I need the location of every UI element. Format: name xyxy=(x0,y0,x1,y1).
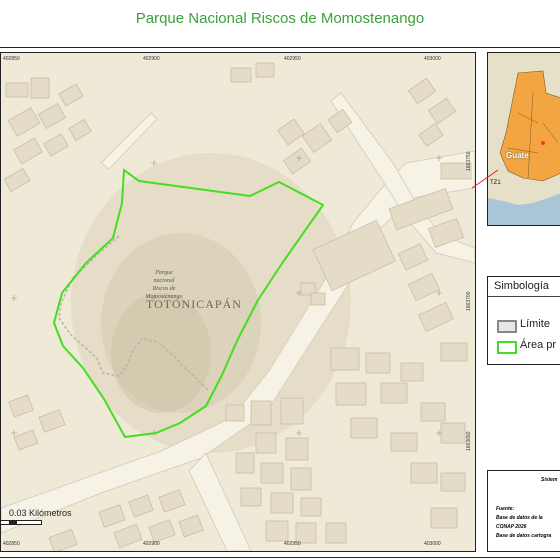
info-source-line: Base de datos cartogra xyxy=(496,533,552,539)
legend-label-area: Área pr xyxy=(520,339,557,351)
top-tick-label: 403000 xyxy=(424,56,441,62)
inset-canvas xyxy=(488,53,560,205)
inset-country-label: Guate xyxy=(506,151,529,160)
legend: Simbología Límite Área pr xyxy=(487,276,560,365)
legend-title: Simbología xyxy=(494,280,550,292)
park-label-line: Riscos de xyxy=(152,286,176,292)
bottom-tick-label: 402850 xyxy=(3,541,20,547)
bottom-tick-label: 403000 xyxy=(424,541,441,547)
right-tick-label: 1663650 xyxy=(466,431,472,451)
scale-bar xyxy=(0,520,42,525)
bottom-tick-label: 402950 xyxy=(284,541,301,547)
top-tick-label: 402850 xyxy=(3,56,20,62)
right-tick-label: 1663700 xyxy=(466,291,472,311)
legend-swatch-area xyxy=(497,341,517,354)
info-source-line: CONAP 2026 xyxy=(496,524,527,530)
source-info-box: Sistem Fuente: Base de datos de la CONAP… xyxy=(487,470,560,552)
scale-label: 0.03 Kilómetros xyxy=(9,508,72,518)
top-tick-label: 402900 xyxy=(143,56,160,62)
info-source-label: Fuente: xyxy=(496,506,515,512)
info-heading: Sistem xyxy=(541,477,558,483)
park-label-line: nacional xyxy=(153,278,175,284)
bottom-tick-label: 402900 xyxy=(143,541,160,547)
top-tick-label: 402950 xyxy=(284,56,301,62)
locator-inset-map[interactable]: Guate TZ1 xyxy=(487,52,560,226)
locator-leader-line xyxy=(471,169,499,189)
info-source-line: Base de datos de la xyxy=(496,515,543,521)
inset-site-marker xyxy=(541,141,545,145)
map-frame[interactable]: 402850 402900 402950 403000 402850 40290… xyxy=(0,52,476,552)
department-label: TOTONICAPÁN xyxy=(146,297,242,311)
map-title: Parque Nacional Riscos de Momostenango xyxy=(135,10,425,27)
park-label-line: Parque xyxy=(155,270,173,276)
legend-divider xyxy=(488,296,560,297)
legend-swatch-limite xyxy=(497,320,517,333)
legend-label-limite: Límite xyxy=(520,318,550,330)
